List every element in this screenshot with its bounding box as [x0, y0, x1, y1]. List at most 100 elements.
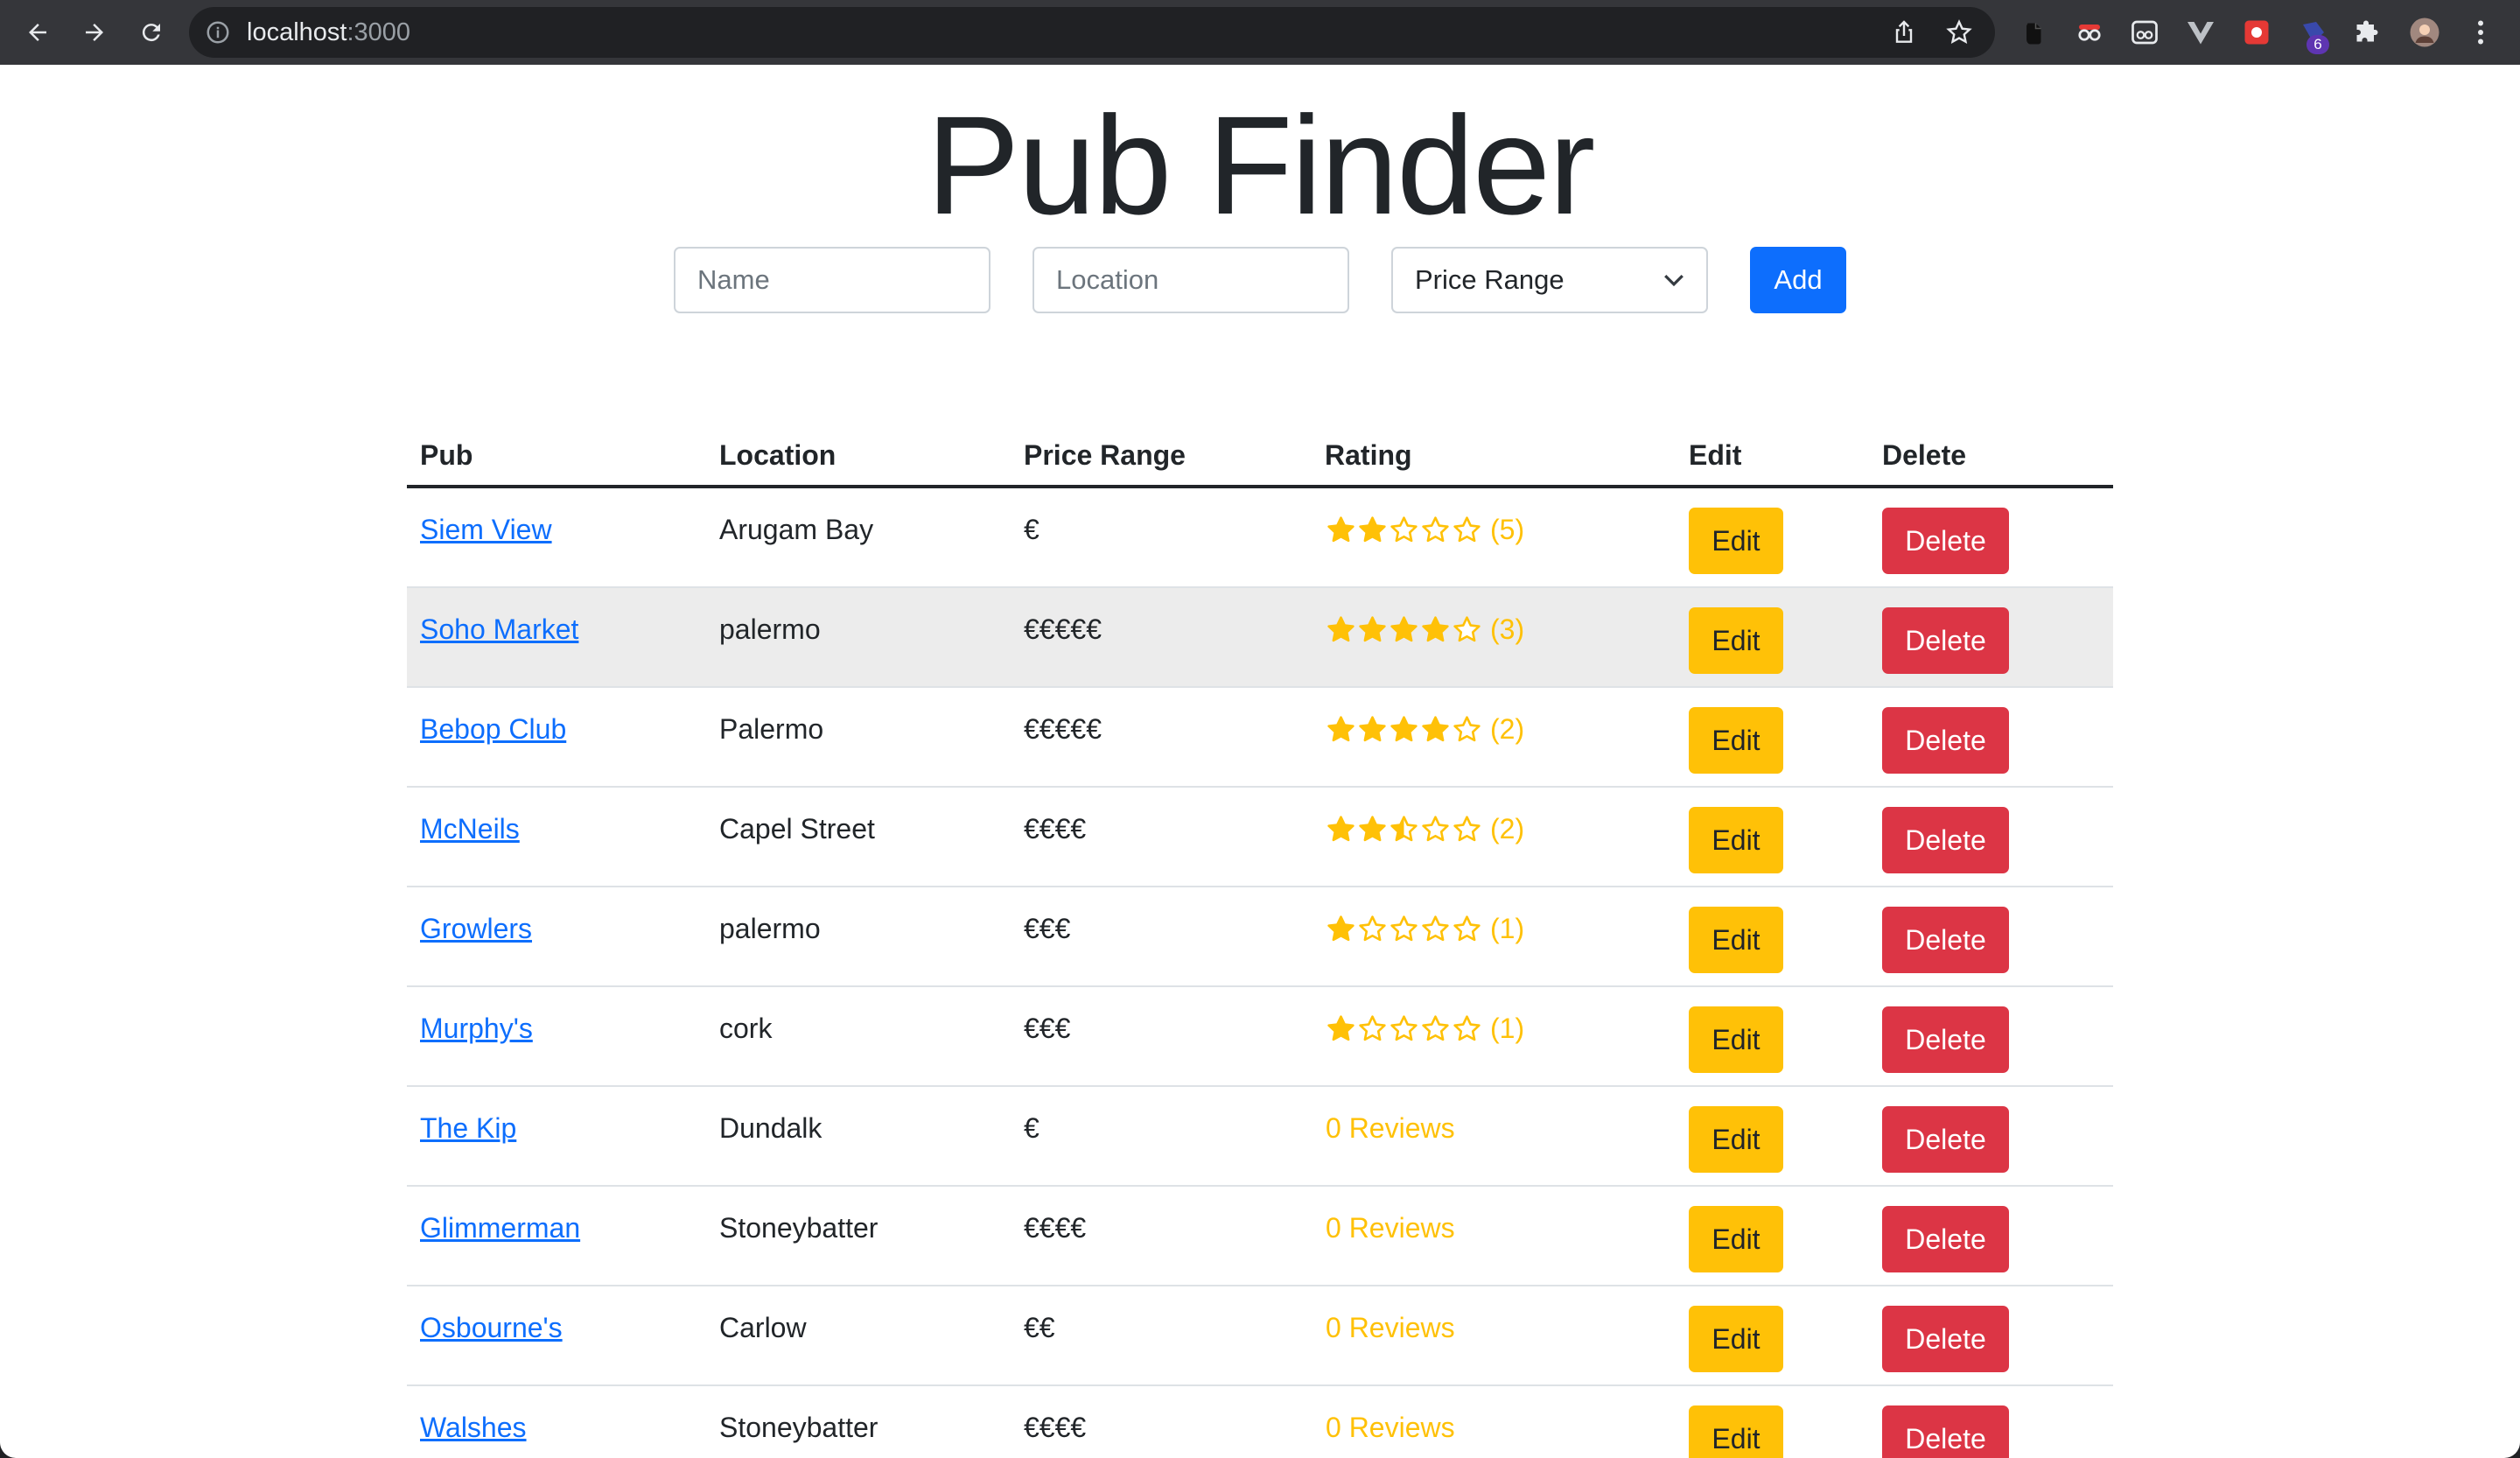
edit-button[interactable]: Edit	[1689, 1106, 1783, 1173]
star-empty-icon	[1359, 915, 1386, 941]
pub-price-range: €	[1024, 1112, 1040, 1144]
edit-button[interactable]: Edit	[1689, 607, 1783, 674]
pub-link[interactable]: Glimmerman	[420, 1210, 580, 1245]
table-row: Siem View Arugam Bay € Edit Delete (5)	[407, 488, 2113, 588]
table-row: Murphy's cork €€€ Edit Delete (1)	[407, 987, 2113, 1087]
star-rating: (2)	[1326, 811, 1524, 846]
star-empty-icon	[1390, 915, 1418, 941]
header-pub: Pub	[420, 439, 473, 471]
header-edit: Edit	[1689, 439, 1742, 471]
star-empty-icon	[1422, 1014, 1449, 1041]
star-empty-icon	[1453, 915, 1480, 941]
table-row: Bebop Club Palermo €€€€€ Edit Delete (2)	[407, 688, 2113, 788]
share-icon[interactable]	[1890, 18, 1918, 46]
pub-location: cork	[719, 1013, 773, 1044]
star-empty-icon	[1453, 615, 1480, 641]
star-filled-icon	[1327, 1014, 1354, 1041]
no-reviews-label: 0 Reviews	[1326, 1312, 1455, 1343]
review-count: (2)	[1490, 713, 1525, 745]
delete-button[interactable]: Delete	[1882, 1405, 2009, 1458]
delete-button[interactable]: Delete	[1882, 907, 2009, 973]
header-delete: Delete	[1882, 439, 1967, 471]
star-half-icon	[1390, 815, 1418, 841]
pub-link[interactable]: Murphy's	[420, 1011, 533, 1046]
delete-button[interactable]: Delete	[1882, 607, 2009, 674]
pub-link[interactable]: Growlers	[420, 911, 532, 946]
pub-link[interactable]: Walshes	[420, 1410, 527, 1445]
more-menu-icon[interactable]	[2464, 16, 2497, 49]
star-filled-icon	[1390, 715, 1418, 741]
add-button[interactable]: Add	[1750, 247, 1846, 313]
star-empty-icon	[1359, 1014, 1386, 1041]
arrow-left-icon	[29, 24, 46, 41]
pub-price-range: €€€€	[1024, 1212, 1087, 1244]
edit-button[interactable]: Edit	[1689, 508, 1783, 574]
pub-price-range: €€€	[1024, 1013, 1071, 1044]
edit-button[interactable]: Edit	[1689, 1306, 1783, 1372]
star-empty-icon	[1453, 1014, 1480, 1041]
address-bar[interactable]: localhost:3000	[189, 7, 1995, 58]
pub-price-range: €€	[1024, 1312, 1055, 1343]
no-reviews-label: 0 Reviews	[1326, 1412, 1455, 1443]
pub-price-range: €€€	[1024, 913, 1071, 944]
delete-button[interactable]: Delete	[1882, 1206, 2009, 1272]
review-count: (3)	[1490, 613, 1525, 645]
delete-button[interactable]: Delete	[1882, 807, 2009, 873]
location-input[interactable]	[1032, 247, 1349, 313]
page-title: Pub Finder	[926, 87, 1596, 243]
extension-evernote-icon[interactable]	[2018, 16, 2051, 49]
edit-button[interactable]: Edit	[1689, 907, 1783, 973]
pub-link[interactable]: Bebop Club	[420, 711, 566, 747]
extension-spy-icon[interactable]	[2073, 16, 2106, 49]
extension-red-icon[interactable]	[2240, 16, 2273, 49]
delete-button[interactable]: Delete	[1882, 1106, 2009, 1173]
star-filled-icon	[1327, 815, 1354, 841]
pub-price-range: €€€€	[1024, 1412, 1087, 1443]
edit-button[interactable]: Edit	[1689, 1405, 1783, 1458]
info-icon[interactable]	[205, 19, 231, 46]
price-range-select[interactable]: Price Range	[1391, 247, 1708, 313]
arrow-right-icon	[86, 24, 103, 41]
pubs-table: Pub Location Price Range Rating Edit Del…	[407, 362, 2113, 1458]
extension-vue-icon[interactable]	[2184, 16, 2217, 49]
header-price-range: Price Range	[1024, 439, 1186, 471]
review-count: (1)	[1490, 913, 1525, 944]
reload-icon	[142, 24, 160, 42]
table-header: Pub Location Price Range Rating Edit Del…	[407, 362, 2113, 488]
star-empty-icon	[1390, 515, 1418, 542]
edit-button[interactable]: Edit	[1689, 707, 1783, 774]
delete-button[interactable]: Delete	[1882, 1306, 2009, 1372]
star-filled-icon	[1359, 815, 1386, 841]
delete-button[interactable]: Delete	[1882, 508, 2009, 574]
table-row: The Kip Dundalk € Edit Delete 0 Reviews	[407, 1087, 2113, 1187]
forward-button[interactable]	[75, 13, 114, 52]
table-row: Soho Market palermo €€€€€ Edit Delete (3)	[407, 588, 2113, 688]
star-filled-icon	[1422, 715, 1449, 741]
pub-link[interactable]: Soho Market	[420, 612, 578, 647]
profile-avatar[interactable]	[2408, 16, 2441, 49]
reload-button[interactable]	[132, 13, 171, 52]
browser-toolbar: localhost:3000 6	[0, 0, 2520, 65]
back-button[interactable]	[18, 13, 57, 52]
edit-button[interactable]: Edit	[1689, 1206, 1783, 1272]
edit-button[interactable]: Edit	[1689, 807, 1783, 873]
header-rating: Rating	[1325, 439, 1412, 471]
delete-button[interactable]: Delete	[1882, 1006, 2009, 1073]
pub-link[interactable]: Siem View	[420, 512, 552, 547]
star-filled-icon	[1422, 615, 1449, 641]
edit-button[interactable]: Edit	[1689, 1006, 1783, 1073]
star-filled-icon	[1327, 615, 1354, 641]
extensions-puzzle-icon[interactable]	[2352, 16, 2385, 49]
table-row: Osbourne's Carlow €€ Edit Delete 0 Reviews	[407, 1286, 2113, 1386]
pub-link[interactable]: Osbourne's	[420, 1310, 563, 1345]
pub-link[interactable]: The Kip	[420, 1111, 516, 1146]
delete-button[interactable]: Delete	[1882, 707, 2009, 774]
pub-link[interactable]: McNeils	[420, 811, 520, 846]
star-filled-icon	[1359, 715, 1386, 741]
no-reviews-label: 0 Reviews	[1326, 1112, 1455, 1144]
table-row: Growlers palermo €€€ Edit Delete (1)	[407, 887, 2113, 987]
extension-goggles-icon[interactable]	[2128, 16, 2161, 49]
star-filled-icon	[1327, 515, 1354, 542]
bookmark-star-icon[interactable]	[1945, 18, 1973, 46]
name-input[interactable]	[674, 247, 990, 313]
